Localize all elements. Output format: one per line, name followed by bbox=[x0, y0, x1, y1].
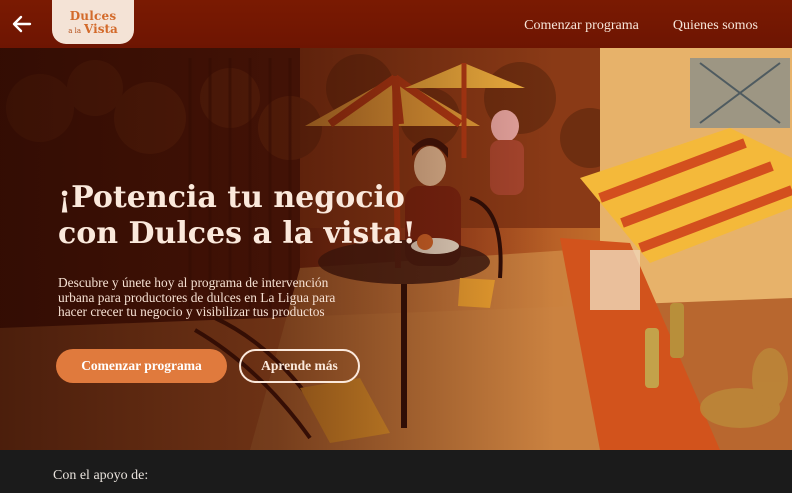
learn-more-button[interactable]: Aprende más bbox=[239, 349, 360, 383]
support-label: Con el apoyo de: bbox=[53, 468, 149, 483]
top-navigation-bar: Dulces a la Vista Comenzar programa Quie… bbox=[0, 0, 792, 48]
nav-link-comenzar-programa[interactable]: Comenzar programa bbox=[524, 18, 639, 34]
hero-title-line2: con Dulces a la vista! bbox=[58, 216, 416, 251]
hero-title-line1: ¡Potencia tu negocio bbox=[58, 180, 405, 215]
hero-description: Descubre y únete hoy al programa de inte… bbox=[58, 275, 336, 319]
logo-row: a la Vista bbox=[68, 23, 118, 35]
hero-section: ¡Potencia tu negocio con Dulces a la vis… bbox=[0, 48, 792, 450]
arrow-left-icon bbox=[12, 15, 32, 33]
logo-text-vista: Vista bbox=[84, 21, 118, 36]
back-button[interactable] bbox=[10, 12, 34, 36]
start-program-button[interactable]: Comenzar programa bbox=[56, 349, 227, 383]
logo[interactable]: Dulces a la Vista bbox=[52, 0, 134, 44]
main-nav: Comenzar programa Quienes somos bbox=[524, 18, 758, 34]
hero-title: ¡Potencia tu negocio con Dulces a la vis… bbox=[58, 180, 418, 252]
nav-link-quienes-somos[interactable]: Quienes somos bbox=[673, 18, 758, 34]
logo-text-dulces: Dulces bbox=[69, 8, 117, 23]
logo-text-ala: a la bbox=[68, 26, 82, 35]
support-section: Con el apoyo de: bbox=[0, 450, 792, 493]
